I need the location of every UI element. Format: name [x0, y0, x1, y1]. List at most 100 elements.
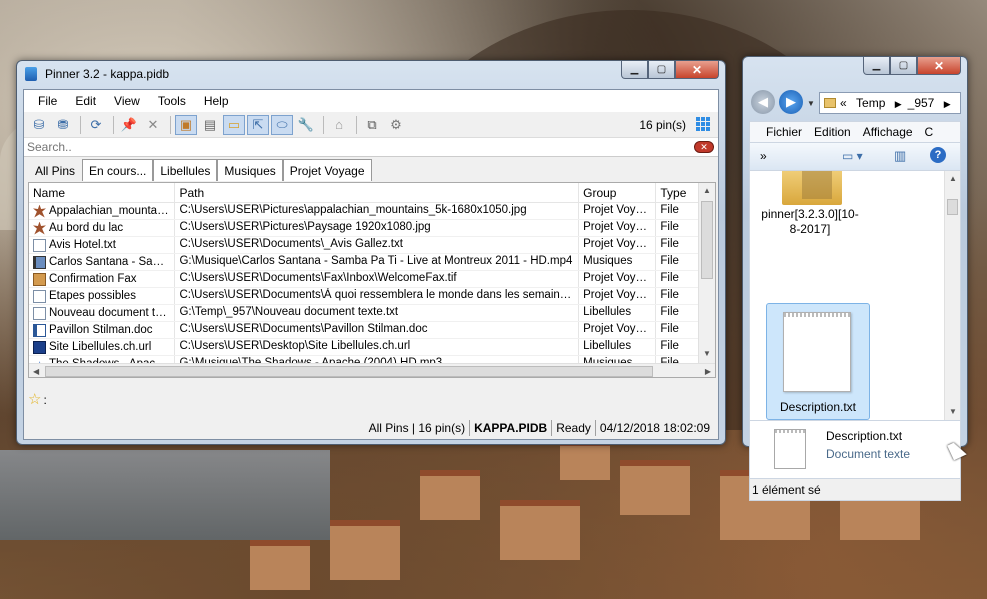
column-header-name[interactable]: Name	[29, 183, 176, 202]
view-options-icon[interactable]: ▭ ▾	[842, 149, 863, 163]
cell-path: C:\Users\USER\Documents\_Avis Gallez.txt	[175, 237, 580, 253]
toggle-icon[interactable]: ⬭	[271, 114, 293, 135]
column-header-type[interactable]: Type	[656, 183, 698, 202]
list-header: Name Path Group Type	[29, 183, 698, 203]
details-file-type: Document texte	[826, 447, 911, 461]
text-file-icon	[33, 238, 46, 252]
text-document-small-icon	[774, 429, 806, 469]
explorer-vertical-scrollbar[interactable]: ▲ ▼	[944, 171, 960, 420]
pinner-titlebar[interactable]: Pinner 3.2 - kappa.pidb ▁ ▢ ✕	[17, 61, 725, 87]
cell-type: File	[660, 306, 679, 318]
explorer-scroll-thumb[interactable]	[947, 199, 958, 215]
menu-tools[interactable]: Tools	[158, 94, 186, 108]
menu-view[interactable]: View	[114, 94, 140, 108]
table-row[interactable]: Etapes possibles C:\Users\USER\Documents\…	[29, 288, 698, 305]
table-row[interactable]: Nouveau document texte G:\Temp\_957\Nouve…	[29, 305, 698, 322]
forward-icon[interactable]: ▶	[779, 90, 803, 114]
table-row[interactable]: Avis Hotel.txt C:\Users\USER\Documents\_A…	[29, 237, 698, 254]
add-database-icon[interactable]: ⛁	[28, 115, 50, 135]
column-header-group[interactable]: Group	[579, 183, 657, 202]
favorites-row[interactable]: ☆:	[28, 390, 47, 408]
cell-name: Appalachian_mountains	[29, 203, 176, 219]
explorer-maximize-button[interactable]: ▢	[890, 57, 917, 75]
table-row[interactable]: Site Libellules.ch.url C:\Users\USER\Desk…	[29, 339, 698, 356]
tab-musiques[interactable]: Musiques	[217, 159, 283, 181]
cell-path: C:\Users\USER\Pictures\appalachian_mount…	[175, 203, 580, 219]
grid-view-icon[interactable]	[696, 117, 710, 131]
windows-icon[interactable]: ⧉	[361, 115, 383, 135]
more-commands-button[interactable]: »	[760, 149, 767, 163]
cell-group: Projet Voyage	[579, 271, 657, 287]
breadcrumb-overflow[interactable]: «	[840, 96, 847, 110]
pin-icon[interactable]: 📌	[118, 115, 140, 135]
table-row[interactable]: Au bord du lac C:\Users\USER\Pictures\Pay…	[29, 220, 698, 237]
explorer-status-bar: 1 élément sé	[749, 479, 961, 501]
pin-name: Confirmation Fax	[49, 273, 137, 285]
vertical-scroll-thumb[interactable]	[701, 201, 713, 279]
search-bar: ✕	[24, 138, 718, 157]
tab-all-pins[interactable]: All Pins	[28, 159, 83, 181]
address-bar[interactable]: « Temp ▶ _957 ▶	[819, 92, 961, 114]
explorer-nav-bar: ◀ ▶ ▼ « Temp ▶ _957 ▶	[749, 87, 961, 117]
menu-edition[interactable]: Edition	[814, 125, 851, 139]
horizontal-scrollbar[interactable]: ◀ ▶	[29, 363, 715, 377]
menu-more[interactable]: C	[925, 125, 934, 139]
breadcrumb-temp[interactable]: Temp	[856, 96, 885, 110]
explorer-window: ▁ ▢ ✕ ◀ ▶ ▼ « Temp ▶ _957 ▶ Fichier Editi…	[742, 56, 968, 501]
database-icon[interactable]: ⛃	[52, 115, 74, 135]
search-input[interactable]	[24, 138, 624, 156]
delete-icon[interactable]: ✕	[142, 115, 164, 135]
menu-help[interactable]: Help	[204, 94, 229, 108]
tab-projet-voyage[interactable]: Projet Voyage	[282, 159, 372, 181]
table-row[interactable]: Appalachian_mountains C:\Users\USER\Pictu…	[29, 203, 698, 220]
preview-pane-icon[interactable]: ▥	[894, 148, 906, 164]
clear-search-icon[interactable]: ✕	[694, 141, 714, 153]
breadcrumb-957[interactable]: _957	[908, 96, 935, 110]
wrench-icon[interactable]: 🔧	[295, 115, 317, 135]
breadcrumb-separator-icon[interactable]: ▶	[944, 99, 951, 109]
image-icon	[33, 204, 46, 218]
cell-type: File	[660, 289, 679, 301]
selected-file-item[interactable]: Description.txt	[766, 303, 870, 420]
pinner-app-icon	[25, 67, 37, 81]
status-bar: All Pins | 16 pin(s) KAPPA.PIDB Ready 04…	[24, 417, 718, 439]
minimize-button[interactable]: ▁	[621, 61, 648, 79]
help-icon[interactable]: ?	[930, 147, 946, 163]
cell-path: G:\Musique\Carlos Santana - Samba Pa Ti …	[175, 254, 580, 270]
folder-label[interactable]: pinner[3.2.3.0][10-8-2017]	[760, 207, 860, 237]
folder-icon[interactable]	[782, 171, 842, 205]
tab-libellules[interactable]: Libellules	[153, 159, 218, 181]
cell-type: File	[660, 204, 679, 216]
pin-name: Carlos Santana - Samba...	[49, 256, 170, 268]
back-icon[interactable]: ◀	[751, 90, 775, 114]
open-external-icon[interactable]: ⇱	[247, 114, 269, 135]
maximize-button[interactable]: ▢	[648, 61, 675, 79]
table-row[interactable]: Pavillon Stilman.doc C:\Users\USER\Docume…	[29, 322, 698, 339]
breadcrumb-separator-icon[interactable]: ▶	[895, 99, 902, 109]
file-icon[interactable]: ▤	[199, 115, 221, 135]
folder-icon[interactable]: ▭	[223, 114, 245, 135]
table-row[interactable]: Confirmation Fax C:\Users\USER\Documents\…	[29, 271, 698, 288]
column-header-path[interactable]: Path	[175, 183, 580, 202]
pin-name: Appalachian_mountains	[49, 205, 171, 217]
horizontal-scroll-thumb[interactable]	[45, 366, 653, 377]
refresh-icon[interactable]: ⟳	[85, 115, 107, 135]
explorer-minimize-button[interactable]: ▁	[863, 57, 890, 75]
menu-affichage[interactable]: Affichage	[863, 125, 913, 139]
vertical-scrollbar[interactable]: ▲ ▼	[698, 183, 715, 363]
table-row[interactable]: Carlos Santana - Samba... G:\Musique\Carl…	[29, 254, 698, 271]
pinner-window: Pinner 3.2 - kappa.pidb ▁ ▢ ✕ File Edit …	[16, 60, 726, 445]
menu-edit[interactable]: Edit	[75, 94, 96, 108]
close-button[interactable]: ✕	[675, 61, 719, 79]
home-icon[interactable]: ⌂	[328, 115, 350, 135]
explorer-close-button[interactable]: ✕	[917, 57, 961, 75]
menu-file[interactable]: File	[38, 94, 57, 108]
recent-pages-icon[interactable]: ▼	[807, 99, 815, 108]
settings-gear-icon[interactable]: ⚙	[385, 115, 407, 135]
cell-path: C:\Users\USER\Documents\À quoi ressemble…	[175, 288, 580, 304]
tab-en-cours[interactable]: En cours...	[82, 159, 154, 181]
cell-name: Confirmation Fax	[29, 271, 176, 287]
menu-fichier[interactable]: Fichier	[766, 125, 802, 139]
package-icon[interactable]: ▣	[175, 114, 197, 135]
status-database: KAPPA.PIDB	[469, 420, 551, 436]
